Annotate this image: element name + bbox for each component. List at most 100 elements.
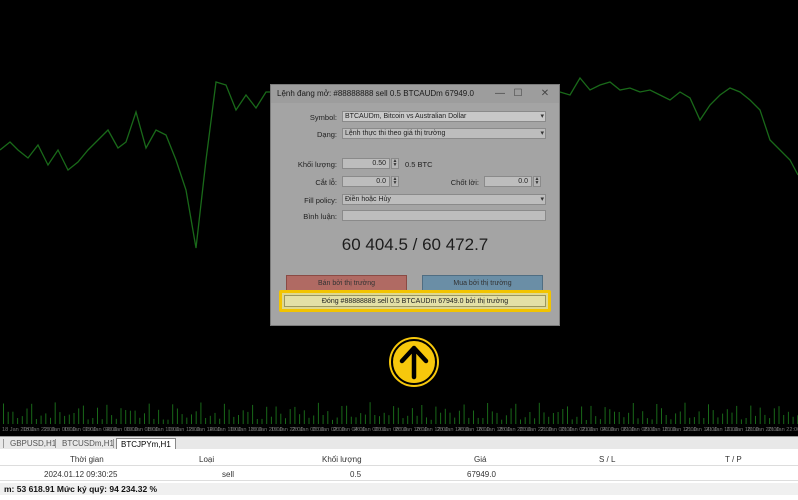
volume-bar [529, 412, 531, 424]
header-divider [0, 465, 798, 466]
close-icon[interactable]: ✕ [538, 87, 552, 101]
volume-bar [632, 403, 634, 424]
volume-bar [515, 403, 517, 424]
volume-bar [656, 404, 658, 424]
volume-bar [430, 419, 432, 424]
time-axis-label: 21 Jan 22:00 [768, 427, 798, 433]
volume-bar [242, 410, 244, 424]
minimize-icon[interactable]: — [493, 87, 507, 101]
trading-terminal: 18 Jan 20:00 18 Jan 22:00 19 Jan 00:00 19 J… [0, 0, 798, 500]
col-type-header[interactable]: Loại [199, 455, 214, 464]
volume-bar [111, 415, 113, 424]
volume-bar [209, 415, 211, 424]
volume-bar [120, 408, 122, 424]
dialog-title: Lệnh đang mở: #88888888 sell 0.5 BTCAUDm… [277, 89, 474, 98]
row-price[interactable]: 67949.0 [467, 470, 496, 479]
volume-bar [45, 413, 47, 424]
tab-btcusdm[interactable]: BTCUSDm,H1 [58, 438, 118, 449]
stop-loss-input[interactable]: 0.0 [342, 176, 390, 187]
volume-bar [219, 418, 221, 424]
row-volume[interactable]: 0.5 [350, 470, 361, 479]
volume-bar [604, 407, 606, 424]
volume-bar [435, 406, 437, 424]
volume-bar [186, 417, 188, 424]
buy-by-market-button[interactable]: Mua bởi thị trường [422, 275, 543, 291]
row-time[interactable]: 2024.01.12 09:30:25 [44, 470, 117, 479]
volume-bar [383, 412, 385, 424]
volume-bar [176, 408, 178, 424]
volume-bar [317, 402, 319, 424]
volume-bar [144, 413, 145, 424]
volume-bar [548, 416, 550, 424]
fill-policy-label: Fill policy: [304, 196, 337, 205]
volume-bar [87, 419, 89, 424]
volume-bar [637, 418, 639, 424]
take-profit-spinner[interactable]: ▲ ▼ [533, 176, 541, 187]
volume-bar [505, 415, 507, 424]
volume-bar [402, 418, 404, 424]
volume-bar [557, 412, 559, 424]
tab-separator [3, 439, 4, 448]
fill-policy-select[interactable]: Điền hoặc Hủy ▾ [342, 194, 546, 205]
volume-input[interactable]: 0.50 [342, 158, 390, 169]
tab-gbpusd[interactable]: GBPUSD,H1 [6, 438, 60, 449]
volume-bar [78, 408, 80, 424]
tab-btcjpym[interactable]: BTCJPYm,H1 [116, 438, 176, 449]
col-volume-header[interactable]: Khối lượng [322, 455, 362, 464]
volume-bar [223, 403, 225, 424]
volume-bar [407, 415, 409, 424]
stop-loss-spinner[interactable]: ▲ ▼ [391, 176, 399, 187]
volume-bar [275, 406, 277, 424]
comment-label: Bình luận: [303, 212, 337, 221]
volume-bar [684, 402, 686, 424]
volume-bar [388, 415, 390, 424]
volume-bar [440, 412, 442, 424]
volume-bar [787, 411, 789, 424]
volume-spinner[interactable]: ▲ ▼ [391, 158, 399, 169]
volume-bar [341, 406, 343, 424]
volume-bar [501, 419, 503, 424]
volume-bar [675, 413, 677, 424]
close-position-highlight: Đóng #88888888 sell 0.5 BTCAUDm 67949.0 … [279, 290, 551, 312]
volume-bar [599, 419, 601, 424]
row-type[interactable]: sell [222, 470, 234, 479]
volume-bar [369, 402, 371, 424]
order-type-select[interactable]: Lệnh thực thi theo giá thị trường ▾ [342, 128, 546, 139]
volume-bar [3, 403, 4, 424]
volume-bar [468, 417, 470, 424]
volume-bar [773, 408, 775, 424]
symbol-value: BTCAUDm, Bitcoin vs Australian Dollar [345, 113, 467, 120]
volume-bar [336, 417, 338, 424]
volume-bar [477, 417, 479, 424]
comment-input[interactable] [342, 210, 546, 221]
volume-bar [233, 416, 235, 424]
volume-bar [289, 409, 291, 424]
stop-loss-label: Cắt lỗ: [315, 178, 337, 187]
close-position-button[interactable]: Đóng #88888888 sell 0.5 BTCAUDm 67949.0 … [284, 295, 546, 307]
take-profit-input[interactable]: 0.0 [484, 176, 532, 187]
col-price-header[interactable]: Giá [474, 455, 486, 464]
col-tp-header[interactable]: T / P [725, 455, 742, 464]
volume-bar [214, 412, 216, 424]
col-sl-header[interactable]: S / L [599, 455, 615, 464]
col-time-header[interactable]: Thời gian [70, 455, 104, 464]
volume-bar [609, 409, 611, 424]
volume-bar [172, 404, 174, 424]
volume-bar [148, 403, 150, 424]
dialog-titlebar[interactable]: Lệnh đang mở: #88888888 sell 0.5 BTCAUDm… [271, 85, 559, 103]
volume-bar [444, 408, 446, 424]
symbol-select[interactable]: BTCAUDm, Bitcoin vs Australian Dollar ▾ [342, 111, 546, 122]
volume-bar [458, 410, 460, 424]
volume-bar [129, 410, 131, 424]
row-divider [0, 480, 798, 481]
volume-bar [195, 411, 197, 424]
volume-bar [50, 417, 51, 424]
bid-ask-prices: 60 404.5 / 60 472.7 [341, 235, 489, 254]
volume-bar [97, 407, 98, 424]
volume-bar [266, 406, 268, 424]
open-position-dialog: Lệnh đang mở: #88888888 sell 0.5 BTCAUDm… [270, 84, 560, 326]
maximize-icon[interactable]: ☐ [511, 87, 525, 101]
volume-bar [712, 410, 714, 424]
sell-by-market-button[interactable]: Bán bởi thị trường [286, 275, 407, 291]
volume-bar [191, 414, 192, 424]
